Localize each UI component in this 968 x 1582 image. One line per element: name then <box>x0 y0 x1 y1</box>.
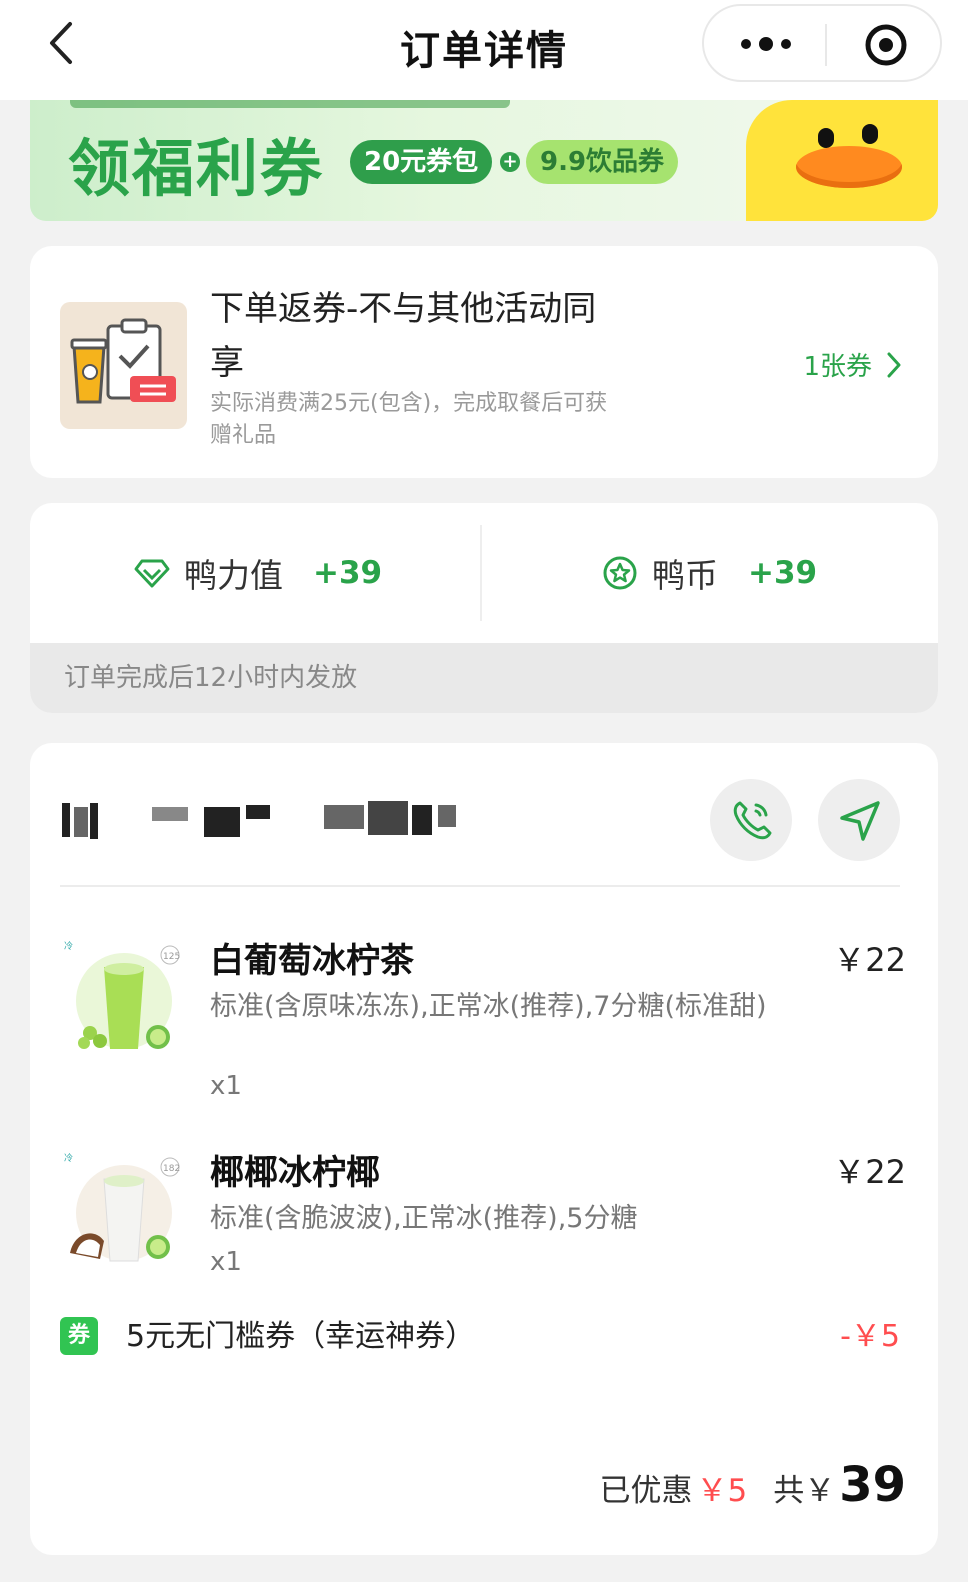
promo-banner[interactable]: 领福利券 20元券包 + 9.9饮品券 <box>30 100 938 221</box>
mini-program-capsule <box>702 4 942 82</box>
chevron-right-icon <box>887 352 901 377</box>
product-name: 椰椰冰柠椰 <box>210 1153 380 1193</box>
store-divider <box>60 885 900 887</box>
coupon-promo-desc: 实际消费满25元(包含)，完成取餐后可获赠礼品 <box>210 391 608 448</box>
banner-pill-voucher-pack: 20元券包 <box>350 140 493 184</box>
coupon-count-link[interactable]: 1张券 <box>803 346 902 383</box>
svg-text:182: 182 <box>163 1164 180 1174</box>
store-name-redacted <box>62 801 462 841</box>
star-coin-icon <box>603 556 637 590</box>
product-spec: 标准(含原味冻冻),正常冰(推荐),7分糖(标准甜) <box>210 991 767 1022</box>
points-item-duck-coin: 鸭币 +39 <box>602 551 817 595</box>
product-price: ￥22 <box>833 1153 906 1191</box>
diamond-icon <box>134 559 170 588</box>
reward-points-card: 鸭力值 +39 鸭币 +39 订单完成后12小时内发放 <box>30 503 938 713</box>
coupon-badge-icon: 券 <box>60 1317 98 1355</box>
svg-text:125: 125 <box>163 952 180 962</box>
total-amount: 39 <box>839 1457 906 1513</box>
svg-text:冷: 冷 <box>64 940 73 952</box>
product-qty: x1 <box>210 1071 242 1101</box>
phone-icon <box>733 801 772 840</box>
duck-mascot-image <box>746 100 938 221</box>
product-spec: 标准(含脆波波),正常冰(推荐),5分糖 <box>210 1203 638 1234</box>
more-dots-icon <box>741 37 791 51</box>
coupon-promo-title: 下单返券-不与其他活动同享 <box>210 289 597 383</box>
points-value: +39 <box>313 555 383 591</box>
discount-label: 已优惠 <box>599 1473 693 1509</box>
applied-coupon-name: 5元无门槛券（幸运神券） <box>126 1319 476 1354</box>
banner-pill-drink-voucher: 9.9饮品券 <box>526 140 679 184</box>
navigate-store-button[interactable] <box>818 779 900 861</box>
points-label: 鸭力值 <box>184 556 283 595</box>
discount-amount: ￥5 <box>696 1473 748 1509</box>
applied-coupon-row: 券 5元无门槛券（幸运神券） -￥5 <box>60 1315 900 1359</box>
product-image-grape-lemon-tea: 冷 125 <box>60 937 187 1064</box>
points-value: +39 <box>748 555 818 591</box>
product-image-coconut-lemon: 冷 182 <box>60 1149 187 1276</box>
target-icon <box>865 24 907 66</box>
points-note: 订单完成后12小时内发放 <box>30 643 938 713</box>
product-qty: x1 <box>210 1247 242 1277</box>
points-label: 鸭币 <box>652 556 718 595</box>
more-button[interactable] <box>738 32 794 56</box>
applied-coupon-amount: -￥5 <box>840 1319 900 1354</box>
call-store-button[interactable] <box>710 779 792 861</box>
close-miniprogram-button[interactable] <box>864 23 908 67</box>
banner-title: 领福利券 <box>68 132 325 205</box>
capsule-divider <box>825 24 827 66</box>
banner-overflow-text <box>70 100 510 108</box>
points-divider <box>480 525 482 621</box>
product-name: 白葡萄冰柠茶 <box>210 941 414 981</box>
coupon-promo-card[interactable]: 下单返券-不与其他活动同享 实际消费满25元(包含)，完成取餐后可获赠礼品 1张… <box>30 246 938 478</box>
points-item-duck-power: 鸭力值 +39 <box>134 551 382 595</box>
navigate-icon <box>840 801 880 841</box>
nav-bar: 订单详情 <box>0 0 968 100</box>
coupon-illustration <box>60 302 187 429</box>
order-summary: 已优惠 ￥5 共￥ 39 <box>599 1457 906 1513</box>
total-label: 共￥ <box>773 1473 836 1509</box>
banner-plus: + <box>500 152 520 172</box>
order-card: 冷 125 白葡萄冰柠茶 标准(含原味冻冻),正常冰(推荐),7分糖(标准甜) … <box>30 743 938 1555</box>
product-price: ￥22 <box>833 941 906 979</box>
svg-text:冷: 冷 <box>64 1152 73 1164</box>
coupon-count: 1张券 <box>803 352 872 382</box>
